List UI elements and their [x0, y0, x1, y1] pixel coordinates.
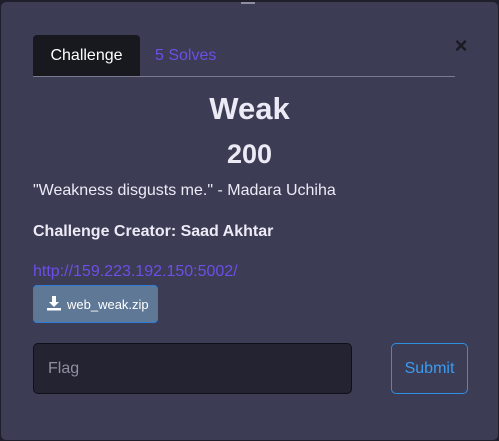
challenge-description: "Weakness disgusts me." - Madara Uchiha [33, 182, 336, 199]
challenge-creator: Challenge Creator: Saad Akhtar [33, 223, 274, 240]
submit-button[interactable]: Submit [391, 343, 468, 394]
tab-solves[interactable]: 5 Solves [155, 35, 216, 76]
download-icon [47, 296, 61, 311]
tab-challenge[interactable]: Challenge [33, 35, 140, 76]
challenge-name: Weak [209, 91, 290, 126]
modal-top-marker [241, 2, 255, 4]
flag-input[interactable] [33, 343, 352, 394]
file-name-label: web_weak.zip [67, 297, 149, 312]
challenge-link[interactable]: http://159.223.192.150:5002/ [33, 263, 238, 281]
challenge-value: 200 [226, 139, 273, 169]
download-file-button[interactable]: web_weak.zip [33, 285, 158, 323]
challenge-modal: Challenge 5 Solves × Weak 200 "Weakness … [1, 2, 498, 440]
challenge-tabs: Challenge 5 Solves [33, 35, 455, 77]
close-icon[interactable]: × [453, 35, 469, 57]
